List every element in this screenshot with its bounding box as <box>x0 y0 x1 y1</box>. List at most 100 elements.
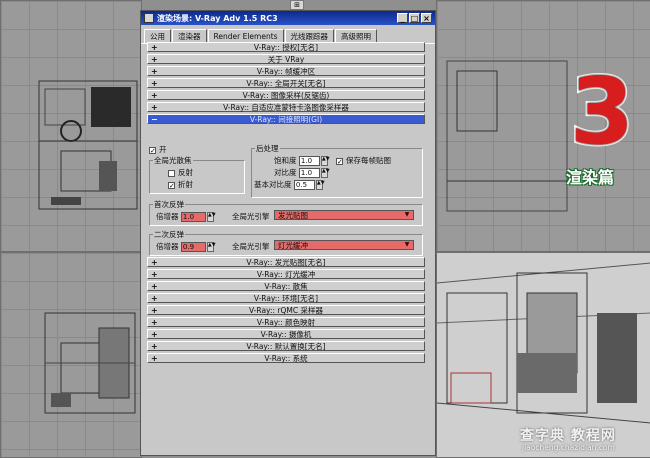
plus-icon: + <box>151 258 158 267</box>
viewport-bottom-left[interactable] <box>0 252 142 458</box>
primary-engine-dropdown[interactable]: 发光贴图 ▼ <box>274 210 414 220</box>
reflective-checkbox[interactable]: 反射 <box>168 167 193 178</box>
primary-multiplier-input[interactable]: 1.0 <box>180 212 206 222</box>
secondary-multiplier-label: 倍增器 <box>156 242 179 251</box>
primary-multiplier-row: 倍增器 1.0 ▲▼ <box>156 211 216 222</box>
rollout-caustics[interactable]: + V-Ray:: 散焦 <box>147 281 425 291</box>
contrast-row: 对比度 1.0 ▲▼ <box>274 167 330 178</box>
primary-engine-value: 发光贴图 <box>278 211 308 220</box>
primary-bounce-group: 首次反弹 倍增器 1.0 ▲▼ 全局光引擎 发光贴图 ▼ <box>149 199 423 226</box>
plus-icon: + <box>151 43 158 52</box>
rollout-camera[interactable]: + V-Ray:: 摄像机 <box>147 329 425 339</box>
minus-icon: − <box>151 115 158 124</box>
rollout-adaptive-qmc[interactable]: + V-Ray:: 自适应准蒙特卡洛图像采样器 <box>147 102 425 112</box>
rollout-environment[interactable]: + V-Ray:: 环境[无名] <box>147 293 425 303</box>
rollout-global-switches[interactable]: + V-Ray:: 全局开关[无名] <box>147 78 425 88</box>
rollout-authorization[interactable]: + V-Ray:: 授权[无名] <box>147 42 425 52</box>
maximize-button[interactable]: □ <box>409 13 420 23</box>
rollout-label: V-Ray:: 散焦 <box>264 282 308 291</box>
rollout-label: V-Ray:: 全局开关[无名] <box>246 79 326 88</box>
chapter-number: 3 <box>568 58 636 165</box>
rollout-default-displacement[interactable]: + V-Ray:: 默认置换[无名] <box>147 341 425 351</box>
empty-checkbox-icon <box>168 169 175 177</box>
rollout-about[interactable]: + 关于 VRay <box>147 54 425 64</box>
rollout-label: 关于 VRay <box>267 55 305 64</box>
primary-bounce-label: 首次反弹 <box>153 199 185 210</box>
saturation-row: 饱和度 1.0 ▲▼ <box>274 155 330 166</box>
spinner-arrows-icon[interactable]: ▲▼ <box>320 156 330 166</box>
tab-common[interactable]: 公用 <box>144 29 171 43</box>
spinner-arrows-icon[interactable]: ▲▼ <box>206 212 216 222</box>
rollout-label: V-Ray:: 授权[无名] <box>253 43 319 52</box>
rollout-list-bottom: + V-Ray:: 发光贴图[无名] + V-Ray:: 灯光缓冲 + V-Ray::… <box>147 257 425 365</box>
minimize-button[interactable]: _ <box>397 13 408 23</box>
elevation-drawing <box>44 312 136 414</box>
checkmark-icon: ✓ <box>336 157 343 166</box>
rollout-color-mapping[interactable]: + V-Ray:: 颜色映射 <box>147 317 425 327</box>
plus-icon: + <box>151 55 158 64</box>
dropdown-arrow-icon: ▼ <box>404 241 410 248</box>
rollout-indirect-illumination[interactable]: − V-Ray:: 间接照明(GI) <box>147 114 425 124</box>
rollout-label: V-Ray:: 灯光缓冲 <box>256 270 316 279</box>
rollout-label: V-Ray:: 颜色映射 <box>256 318 316 327</box>
saturation-label: 饱和度 <box>274 156 297 165</box>
plus-icon: + <box>151 294 158 303</box>
refractive-checkbox[interactable]: ✓ 折射 <box>168 179 193 190</box>
viewport-corner-button[interactable]: ⊞ <box>290 0 304 10</box>
viewport-top-left[interactable] <box>0 0 142 252</box>
contrast-base-label: 基本对比度 <box>254 180 292 189</box>
rollout-label: V-Ray:: 间接照明(GI) <box>249 115 323 124</box>
spinner-arrows-icon[interactable]: ▲▼ <box>206 242 216 252</box>
close-button[interactable]: × <box>421 13 432 23</box>
rollout-label: V-Ray:: 自适应准蒙特卡洛图像采样器 <box>223 103 349 112</box>
contrast-base-input[interactable]: 0.5 <box>293 180 315 190</box>
rollout-label: V-Ray:: 系统 <box>264 354 308 363</box>
tab-raytracer[interactable]: 光线跟踪器 <box>284 29 335 43</box>
reflective-label: 反射 <box>178 168 193 177</box>
caustics-group-label: 全局光散焦 <box>153 155 193 166</box>
spinner-arrows-icon[interactable]: ▲▼ <box>315 180 325 190</box>
tab-advanced-lighting[interactable]: 高级照明 <box>335 29 378 43</box>
spinner-arrows-icon[interactable]: ▲▼ <box>320 168 330 178</box>
contrast-label: 对比度 <box>274 168 297 177</box>
plus-icon: + <box>151 342 158 351</box>
floor-plan-drawing <box>38 80 138 210</box>
secondary-engine-dropdown[interactable]: 灯光缓冲 ▼ <box>274 240 414 250</box>
plus-icon: + <box>151 67 158 76</box>
save-maps-checkbox[interactable]: ✓ 保存每帧贴图 <box>336 155 391 166</box>
app-icon <box>144 13 154 23</box>
checkmark-icon: ✓ <box>149 146 156 155</box>
dialog-title-bar[interactable]: 渲染场景: V-Ray Adv 1.5 RC3 _ □ × <box>141 11 435 25</box>
refractive-label: 折射 <box>178 180 193 189</box>
secondary-multiplier-row: 倍增器 0.9 ▲▼ <box>156 241 216 252</box>
gi-on-checkbox[interactable]: ✓ 开 <box>149 144 167 155</box>
saturation-input[interactable]: 1.0 <box>298 156 320 166</box>
primary-multiplier-label: 倍增器 <box>156 212 179 221</box>
render-scene-dialog: 渲染场景: V-Ray Adv 1.5 RC3 _ □ × 公用 渲染器 Ren… <box>140 10 436 456</box>
rollout-list-top: + V-Ray:: 授权[无名] + 关于 VRay + V-Ray:: 帧缓冲区 +… <box>147 42 425 126</box>
plus-icon: + <box>151 318 158 327</box>
caustics-group: 全局光散焦 反射 ✓ 折射 <box>149 155 245 194</box>
rollout-light-cache[interactable]: + V-Ray:: 灯光缓冲 <box>147 269 425 279</box>
watermark-title: 查字典 教程网 <box>520 428 616 444</box>
rollout-image-sampler[interactable]: + V-Ray:: 图像采样(反锯齿) <box>147 90 425 100</box>
rollout-irradiance-map[interactable]: + V-Ray:: 发光贴图[无名] <box>147 257 425 267</box>
gi-on-label: 开 <box>159 145 167 154</box>
secondary-engine-label: 全局光引擎 <box>232 242 270 251</box>
save-maps-label: 保存每帧贴图 <box>346 156 391 165</box>
rollout-frame-buffer[interactable]: + V-Ray:: 帧缓冲区 <box>147 66 425 76</box>
secondary-multiplier-input[interactable]: 0.9 <box>180 242 206 252</box>
contrast-base-row: 基本对比度 0.5 ▲▼ <box>254 179 325 190</box>
post-processing-group: 后处理 饱和度 1.0 ▲▼ 对比度 1.0 ▲▼ 基本对比度 0.5 ▲▼ ✓ 保存每… <box>251 143 423 198</box>
rollout-system[interactable]: + V-Ray:: 系统 <box>147 353 425 363</box>
rollout-label: V-Ray:: 摄像机 <box>260 330 312 339</box>
rollout-rqmc-sampler[interactable]: + V-Ray:: rQMC 采样器 <box>147 305 425 315</box>
checkmark-icon: ✓ <box>168 181 175 190</box>
plus-icon: + <box>151 306 158 315</box>
contrast-input[interactable]: 1.0 <box>298 168 320 178</box>
dropdown-arrow-icon: ▼ <box>404 211 410 218</box>
plus-icon: + <box>151 282 158 291</box>
tab-render-elements[interactable]: Render Elements <box>207 29 284 43</box>
plus-icon: + <box>151 79 158 88</box>
plus-icon: + <box>151 91 158 100</box>
